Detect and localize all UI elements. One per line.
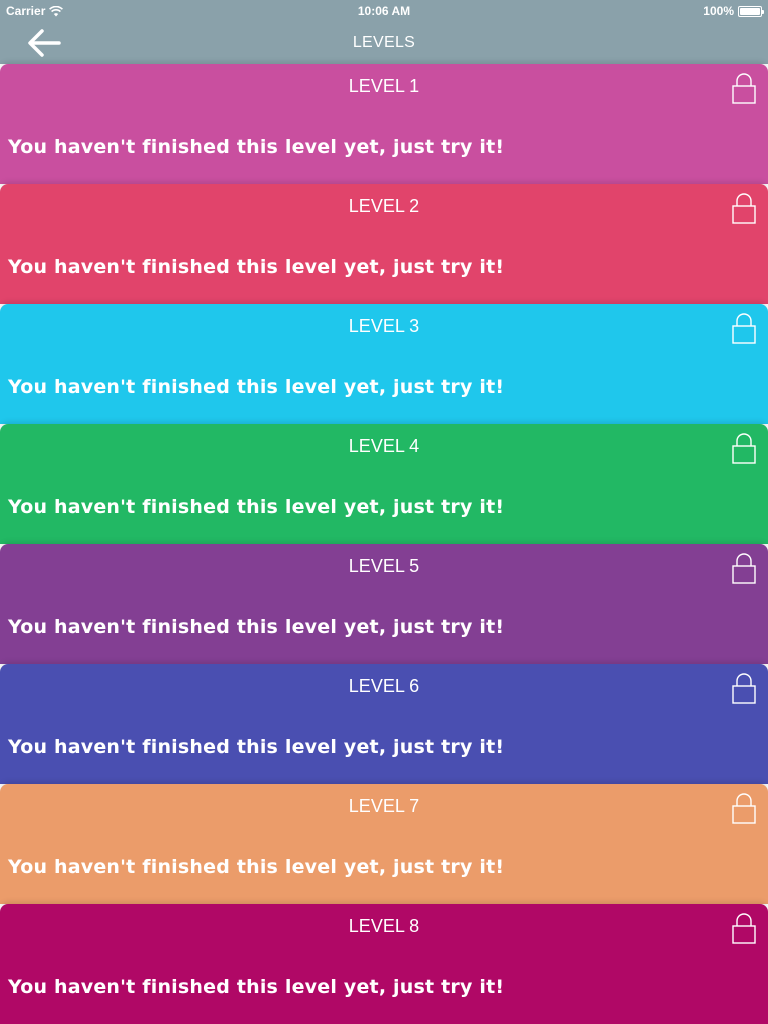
level-message: You haven't finished this level yet, jus… [8, 976, 505, 998]
page-title: LEVELS [352, 34, 416, 51]
battery-percent: 100% [703, 4, 734, 18]
navigation-bar: LEVELS [0, 22, 768, 64]
level-card-8[interactable]: LEVEL 8 You haven't finished this level y… [0, 904, 768, 1024]
battery-group: 100% [703, 4, 764, 18]
level-card-7[interactable]: LEVEL 7 You haven't finished this level y… [0, 784, 768, 904]
level-card-3[interactable]: LEVEL 3 You haven't finished this level y… [0, 304, 768, 424]
lock-icon [732, 553, 756, 584]
battery-icon [738, 5, 764, 17]
level-title: LEVEL 8 [348, 916, 420, 936]
level-card-1[interactable]: LEVEL 1 You haven't finished this level y… [0, 64, 768, 184]
status-bar: Carrier 10:06 AM 100% [0, 0, 768, 22]
level-card-2[interactable]: LEVEL 2 You haven't finished this level y… [0, 184, 768, 304]
level-message: You haven't finished this level yet, jus… [8, 376, 505, 398]
lock-icon [732, 193, 756, 224]
lock-icon [732, 793, 756, 824]
level-message: You haven't finished this level yet, jus… [8, 736, 505, 758]
level-message: You haven't finished this level yet, jus… [8, 496, 505, 518]
level-card-5[interactable]: LEVEL 5 You haven't finished this level y… [0, 544, 768, 664]
level-card-6[interactable]: LEVEL 6 You haven't finished this level y… [0, 664, 768, 784]
level-card-4[interactable]: LEVEL 4 You haven't finished this level y… [0, 424, 768, 544]
level-message: You haven't finished this level yet, jus… [8, 136, 505, 158]
level-title: LEVEL 4 [348, 436, 420, 456]
level-message: You haven't finished this level yet, jus… [8, 256, 505, 278]
status-time: 10:06 AM [357, 4, 411, 18]
lock-icon [732, 73, 756, 104]
level-title: LEVEL 5 [348, 556, 420, 576]
level-title: LEVEL 7 [348, 796, 420, 816]
level-title: LEVEL 2 [348, 196, 420, 216]
level-title: LEVEL 3 [348, 316, 420, 336]
level-message: You haven't finished this level yet, jus… [8, 616, 505, 638]
lock-icon [732, 433, 756, 464]
lock-icon [732, 313, 756, 344]
level-title: LEVEL 6 [348, 676, 420, 696]
levels-list: LEVEL 1 You haven't finished this level y… [0, 64, 768, 1024]
lock-icon [732, 673, 756, 704]
level-message: You haven't finished this level yet, jus… [8, 856, 505, 878]
lock-icon [732, 913, 756, 944]
level-title: LEVEL 1 [348, 76, 420, 96]
